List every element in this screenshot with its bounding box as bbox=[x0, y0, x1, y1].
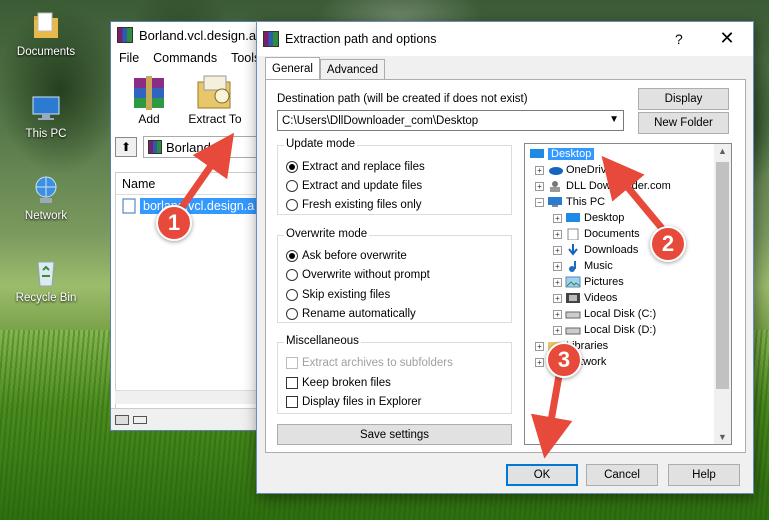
arrow-step3 bbox=[530, 369, 573, 459]
arrow-step1 bbox=[177, 132, 235, 213]
arrow-step2 bbox=[601, 155, 668, 235]
step-badge-2: 2 bbox=[650, 226, 686, 262]
step-badge-1: 1 bbox=[156, 205, 192, 241]
annotation-arrows bbox=[177, 132, 668, 459]
step-badge-3: 3 bbox=[546, 342, 582, 378]
